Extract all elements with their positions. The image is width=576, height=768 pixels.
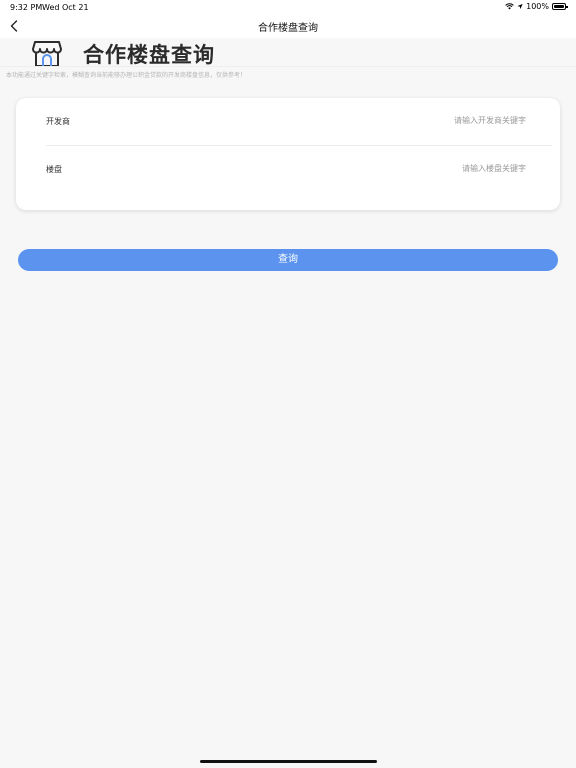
developer-row: 开发商: [46, 98, 552, 146]
wifi-icon: [505, 3, 514, 10]
status-time: 9:32 PM: [10, 3, 43, 12]
header-divider: [0, 66, 576, 67]
query-button[interactable]: 查询: [18, 249, 558, 271]
page-title: 合作楼盘查询: [83, 43, 215, 67]
developer-input[interactable]: [326, 112, 526, 128]
status-indicators: 100%: [505, 2, 568, 11]
battery-icon: [552, 3, 568, 10]
status-bar: 9:32 PM Wed Oct 21 100%: [0, 0, 576, 14]
building-input[interactable]: [326, 160, 526, 176]
nav-bar: 合作楼盘查询: [0, 14, 576, 38]
search-form-card: 开发商 楼盘: [16, 98, 560, 210]
developer-label: 开发商: [46, 117, 70, 126]
store-icon: [32, 41, 62, 67]
building-row: 楼盘: [46, 146, 552, 194]
building-label: 楼盘: [46, 165, 62, 174]
location-arrow-icon: [517, 3, 523, 10]
page-description: 本功能通过关键字检索，模糊查询当前能够办理公积金贷款的开发商楼盘信息，仅供参考！: [6, 72, 247, 79]
page-header: 合作楼盘查询 本功能通过关键字检索，模糊查询当前能够办理公积金贷款的开发商楼盘信…: [0, 38, 576, 82]
status-date: Wed Oct 21: [42, 3, 89, 12]
home-indicator[interactable]: [200, 760, 377, 763]
battery-percent: 100%: [526, 2, 549, 11]
nav-title: 合作楼盘查询: [258, 23, 318, 34]
